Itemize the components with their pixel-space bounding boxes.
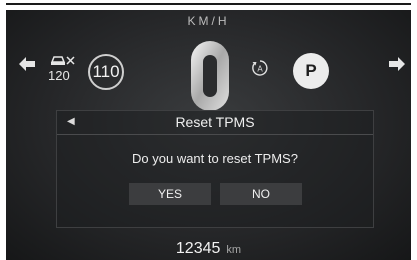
cruise-set-speed: 120 xyxy=(48,68,70,83)
adaptive-cruise-icon xyxy=(50,56,75,65)
dialog-divider xyxy=(57,134,373,135)
instrument-cluster: KM/H 120 110 A P ◀ Reset TPMS Do you wan… xyxy=(6,10,411,260)
park-indicator: P xyxy=(293,53,329,89)
no-button[interactable]: NO xyxy=(220,183,302,205)
right-turn-arrow-icon xyxy=(389,57,405,71)
reset-tpms-dialog: ◀ Reset TPMS Do you want to reset TPMS? … xyxy=(56,110,374,228)
dialog-title: Reset TPMS xyxy=(175,114,255,130)
odometer: 12345 km xyxy=(6,240,411,258)
odometer-value: 12345 xyxy=(175,240,221,257)
svg-text:A: A xyxy=(257,65,263,74)
odometer-unit: km xyxy=(226,244,242,256)
yes-button[interactable]: YES xyxy=(129,183,211,205)
top-border xyxy=(6,3,411,5)
left-turn-arrow-icon xyxy=(19,57,35,71)
dialog-message: Do you want to reset TPMS? xyxy=(132,151,298,166)
speed-limit-sign: 110 xyxy=(88,54,124,90)
speed-unit: KM/H xyxy=(187,14,230,28)
auto-hold-icon: A xyxy=(252,60,268,76)
zero-digit-icon xyxy=(191,41,229,111)
